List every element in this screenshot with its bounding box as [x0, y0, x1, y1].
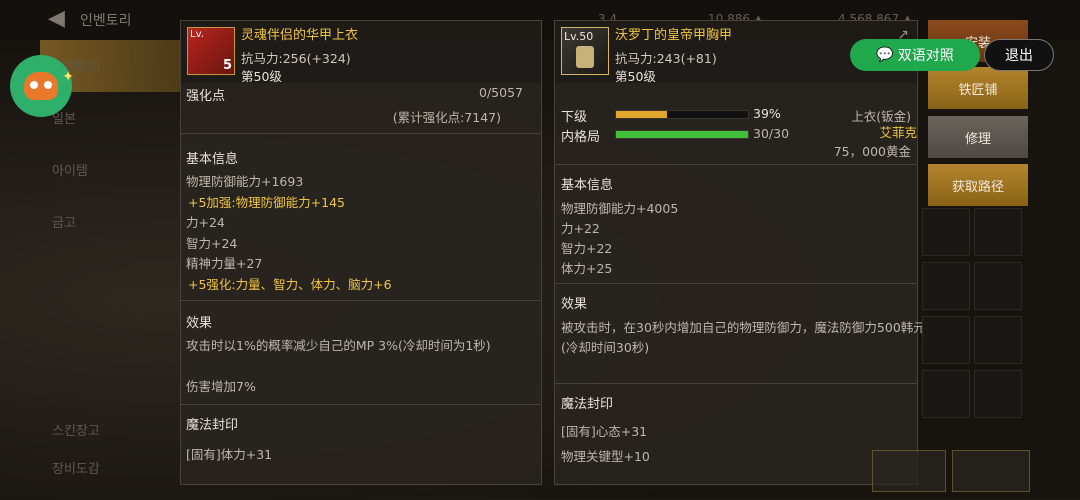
- divider: [555, 164, 917, 165]
- seal-text: [固有]心态+31: [561, 424, 648, 439]
- enhance-value: 0/5057: [479, 85, 523, 100]
- seal-header: 魔法封印: [186, 418, 239, 433]
- basic-info-header: 基本信息: [561, 178, 614, 193]
- inventory-slot[interactable]: [974, 262, 1022, 310]
- inventory-slot[interactable]: [974, 208, 1022, 256]
- item-tooltip-right: Lv.50 沃罗丁的皇帝甲胸甲 抗马力:243(+81) 第50级 ↗ 下级 3…: [554, 20, 926, 485]
- bar2-label: 内格局: [561, 130, 601, 145]
- blacksmith-button[interactable]: 铁匠铺: [928, 67, 1028, 109]
- bar1-label: 下级: [561, 110, 588, 125]
- effect-text-2: (冷却时间30秒): [561, 340, 650, 355]
- item-name: 灵魂伴侣的华甲上衣: [241, 28, 359, 43]
- item-icon: Lv.50: [561, 27, 609, 75]
- grade-bar: [615, 110, 749, 119]
- seal-header: 魔法封印: [561, 397, 614, 412]
- divider: [555, 283, 917, 284]
- divider: [181, 404, 541, 405]
- item-resist: 抗马力:256(+324): [241, 51, 351, 66]
- translator-app-badge[interactable]: ✦: [10, 55, 74, 117]
- stat-line: 物理防御能力+1693: [186, 174, 304, 189]
- stat-line: 智力+24: [186, 235, 238, 251]
- durability-bar-fill: [616, 131, 748, 138]
- bottom-action-tile[interactable]: [872, 450, 946, 492]
- inventory-slot[interactable]: [922, 208, 970, 256]
- stat-line: 力+24: [186, 215, 225, 230]
- item-header: Lv. 5 灵魂伴侣的华甲上衣 抗马力:256(+324) 第50级: [181, 21, 541, 84]
- obtain-path-button[interactable]: 获取路径: [928, 164, 1028, 206]
- exit-button[interactable]: 退出: [984, 39, 1054, 71]
- item-level: 第50级: [241, 69, 282, 84]
- effect-text-2: 伤害增加7%: [186, 379, 256, 394]
- bar1-value: 39%: [753, 106, 781, 121]
- effect-header: 效果: [186, 316, 213, 331]
- inventory-slot[interactable]: [974, 316, 1022, 364]
- stat-line: +5强化:力量、智力、体力、脑力+6: [188, 276, 392, 292]
- item-name: 沃罗丁的皇帝甲胸甲: [615, 28, 733, 43]
- stat-line: 力+22: [561, 221, 600, 236]
- durability-bar: [615, 130, 749, 139]
- item-tooltip-left: Lv. 5 灵魂伴侣的华甲上衣 抗马力:256(+324) 第50级 强化点 0…: [180, 20, 542, 485]
- sparkle-icon: ✦: [62, 69, 74, 85]
- stat-line: 智力+22: [561, 241, 613, 256]
- item-icon-level: Lv.50: [564, 30, 594, 43]
- stat-line: 物理防御能力+4005: [561, 201, 679, 216]
- divider: [181, 300, 541, 301]
- item-icon-level: Lv.: [190, 29, 204, 40]
- effect-header: 效果: [561, 297, 588, 312]
- nav-item-6[interactable]: 장비도감: [52, 458, 100, 477]
- inventory-slot[interactable]: [922, 262, 970, 310]
- armor-icon: [576, 46, 594, 68]
- inventory-title: 인벤토리: [80, 13, 132, 29]
- seal-text: [固有]体力+31: [186, 447, 273, 462]
- inventory-slot[interactable]: [922, 370, 970, 418]
- item-level: 第50级: [615, 69, 656, 84]
- bar2-value: 30/30: [753, 126, 790, 141]
- mascot-face-icon: [24, 72, 58, 100]
- nav-item-3[interactable]: 아이템: [52, 160, 88, 179]
- nav-item-4[interactable]: 금고: [52, 212, 76, 231]
- grade-bar-fill: [616, 111, 668, 118]
- basic-info-header: 基本信息: [186, 152, 239, 167]
- stat-line: 体力+25: [561, 261, 613, 276]
- nav-item-5[interactable]: 스킨장고: [52, 420, 100, 439]
- item-icon-number: 5: [222, 58, 232, 73]
- stat-line: 精神力量+27: [186, 256, 263, 271]
- enhance-label: 强化点: [186, 89, 226, 104]
- effect-text: 攻击时以1%的概率减少自己的MP 3%(冷却时间为1秒): [186, 338, 491, 353]
- effect-text: 被攻击时，在30秒内增加自己的物理防御力，魔法防御力500韩元: [561, 320, 926, 335]
- stat-line: +5加强:物理防御能力+145: [188, 194, 345, 210]
- item-price: 75，000黄金: [833, 144, 911, 159]
- inventory-slot[interactable]: [974, 370, 1022, 418]
- inventory-slot[interactable]: [922, 316, 970, 364]
- divider: [555, 383, 917, 384]
- chat-icon: 💬: [876, 47, 894, 63]
- repair-button[interactable]: 修理: [928, 116, 1028, 158]
- seal-text-2: 物理关键型+10: [561, 449, 650, 464]
- enhance-total: (累计强化点:7147): [392, 110, 501, 125]
- item-owner: 艾菲克: [879, 125, 917, 140]
- bilingual-toggle-button[interactable]: 💬 双语对照: [850, 39, 980, 71]
- back-arrow-icon[interactable]: ◀: [48, 6, 65, 31]
- bottom-action-tile[interactable]: [952, 450, 1030, 492]
- item-icon: Lv. 5: [187, 27, 235, 75]
- item-resist: 抗马力:243(+81): [615, 51, 717, 66]
- bilingual-label: 双语对照: [897, 48, 954, 64]
- divider: [181, 133, 541, 134]
